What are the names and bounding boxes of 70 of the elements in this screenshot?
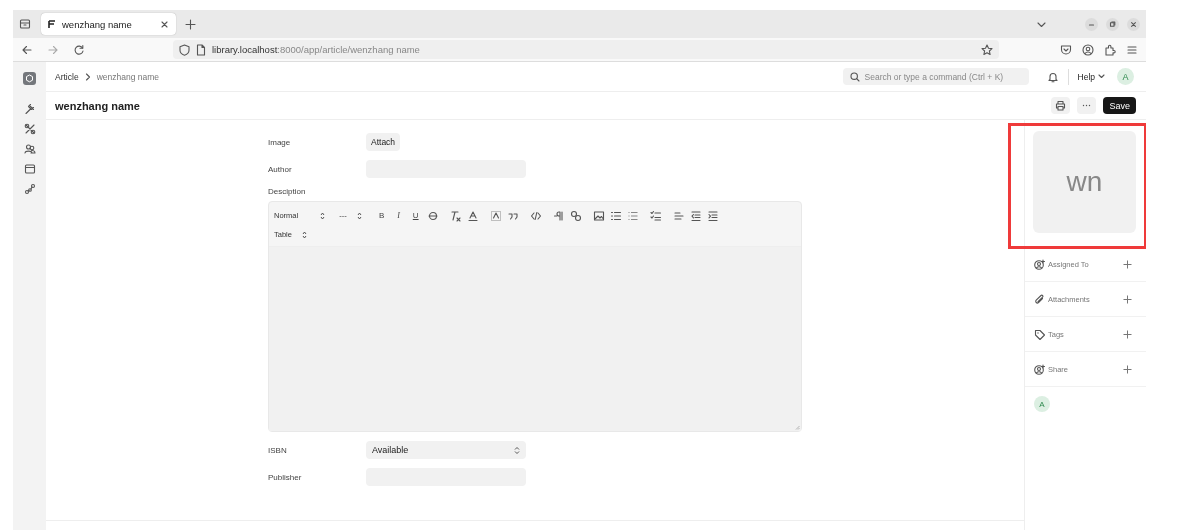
page-icon — [196, 43, 206, 56]
resize-handle-icon[interactable] — [795, 425, 800, 430]
attach-button[interactable]: Attach — [366, 133, 401, 151]
save-button[interactable]: Save — [1103, 97, 1136, 114]
close-icon[interactable] — [160, 19, 169, 29]
select-field[interactable]: Available — [366, 441, 526, 459]
chevron-down-icon — [1098, 74, 1105, 79]
paperclip-icon — [1034, 293, 1045, 305]
numbered-list-icon[interactable] — [626, 209, 639, 222]
breadcrumb-link[interactable]: wenzhang name — [96, 71, 159, 82]
search-field[interactable]: Search or type a command (Ctrl + K) — [842, 68, 1029, 85]
tab-list-icon[interactable] — [19, 18, 31, 30]
page-title: wenzhang name — [55, 99, 140, 112]
back-icon[interactable] — [21, 43, 33, 56]
app-logo-icon[interactable] — [23, 72, 36, 85]
outdent-icon[interactable] — [689, 209, 702, 222]
bell-icon[interactable] — [1046, 70, 1059, 83]
users-icon[interactable] — [23, 143, 36, 155]
field-label: ISBN — [268, 445, 288, 455]
print-button[interactable] — [1051, 97, 1071, 114]
user-avatar[interactable]: A — [1034, 396, 1050, 412]
tag-icon — [1034, 328, 1045, 340]
star-icon[interactable] — [981, 43, 993, 56]
bullet-list-icon[interactable] — [609, 209, 622, 222]
link-icon[interactable] — [569, 209, 582, 222]
address-bar[interactable]: library.localhost:8000/app/article/wenzhang name — [173, 40, 999, 59]
browser-tab[interactable]: wenzhang name — [41, 13, 176, 35]
restore-icon[interactable] — [1106, 17, 1119, 31]
text-color-icon[interactable] — [466, 209, 479, 222]
reload-icon[interactable] — [73, 43, 85, 56]
strikethrough-icon[interactable] — [426, 209, 439, 222]
puzzle-icon[interactable] — [1104, 43, 1116, 56]
pocket-icon[interactable] — [1060, 43, 1072, 56]
code-icon[interactable] — [529, 209, 542, 222]
updown-caret-icon — [301, 230, 307, 239]
user-avatar[interactable]: A — [1117, 68, 1134, 85]
network-icon[interactable] — [23, 183, 36, 195]
highlight-icon[interactable] — [489, 209, 502, 222]
window-icon[interactable] — [23, 163, 36, 175]
user-plus-icon — [1034, 258, 1045, 270]
image-icon[interactable] — [592, 209, 605, 222]
format-button[interactable]: U — [409, 211, 422, 220]
checklist-icon[interactable] — [649, 209, 662, 222]
printer-icon — [1055, 100, 1067, 111]
help-menu[interactable]: Help — [1077, 71, 1105, 82]
hammer-icon[interactable] — [23, 103, 36, 115]
user-plus-icon — [1034, 363, 1045, 375]
account-icon[interactable] — [1082, 43, 1094, 56]
search-icon — [849, 71, 860, 82]
clear-format-icon[interactable] — [449, 209, 462, 222]
format-button[interactable]: B — [375, 211, 388, 220]
chevron-right-icon — [84, 72, 91, 81]
add-icon[interactable] — [1123, 294, 1132, 304]
new-tab-icon[interactable] — [185, 18, 196, 30]
add-icon[interactable] — [1123, 329, 1132, 339]
add-icon[interactable] — [1123, 259, 1132, 269]
add-icon[interactable] — [1123, 364, 1132, 374]
favicon-icon — [48, 19, 56, 29]
shield-icon — [179, 43, 190, 56]
field-label: Publisher — [268, 472, 303, 482]
field-label: Author — [268, 164, 293, 174]
updown-caret-icon — [514, 445, 520, 455]
field-label: Desciption — [268, 187, 307, 196]
format-button[interactable]: I — [392, 211, 405, 220]
updown-caret-icon — [320, 211, 326, 220]
updown-caret-icon — [356, 211, 362, 220]
breadcrumb-link[interactable]: Article — [55, 71, 79, 82]
indent-icon[interactable] — [706, 209, 719, 222]
close-icon[interactable] — [1127, 17, 1140, 31]
field-label: Image — [268, 137, 292, 147]
